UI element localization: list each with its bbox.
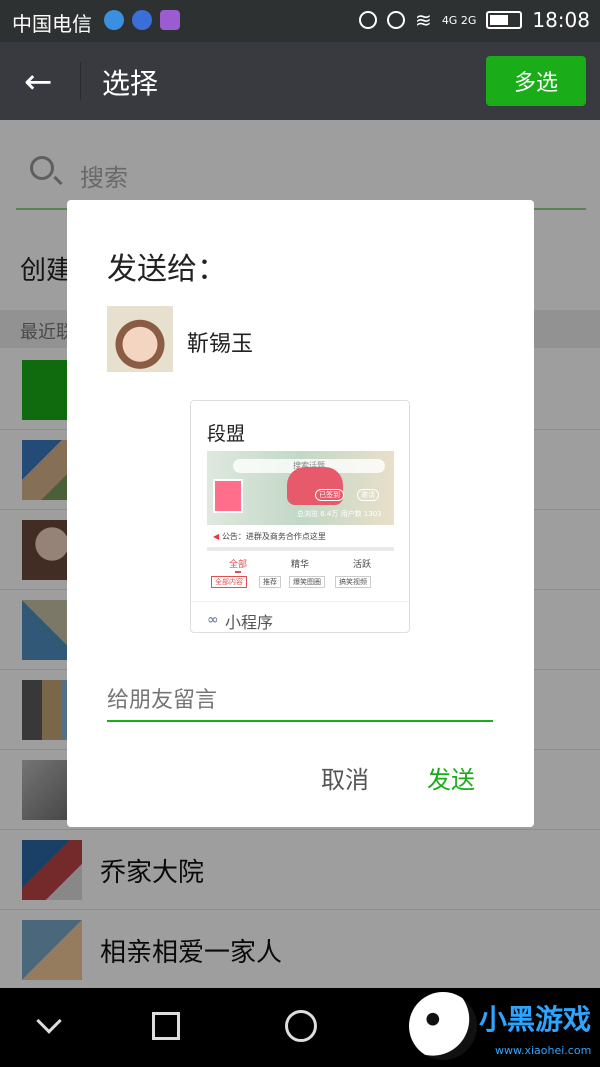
vibrate-icon (359, 11, 378, 29)
page-title: 选择 (102, 67, 159, 100)
card-tabs: 全部 精华 活跃 (207, 555, 394, 573)
clock: 18:08 (532, 8, 590, 32)
card-divider (207, 547, 394, 551)
card-chip: 推荐 (259, 576, 281, 588)
carrier-label: 中国电信 (12, 12, 92, 36)
card-chip: 全部内容 (211, 576, 247, 588)
nav-back-icon[interactable] (36, 1008, 62, 1034)
network-type: 4G 2G (441, 13, 477, 27)
app-logo (213, 479, 243, 513)
shield-icon (132, 10, 152, 30)
top-nav-bar: ← 选择 多选 (0, 42, 600, 120)
invite-chip: 邀请 (357, 489, 379, 501)
mini-program-card: 段盟 搜索话题 已签到 邀请 总浏览 6.4万 用户数 1303 ◀ 公告：进群… (190, 400, 410, 633)
battery-icon (486, 11, 523, 29)
active-tab-indicator (235, 571, 241, 573)
watermark-url: www.xiaohei.com (495, 1044, 592, 1057)
dialog-title: 发送给： (107, 252, 227, 287)
card-notice: ◀ 公告：进群及商务合作点这里 (213, 531, 326, 542)
recipient-avatar (107, 306, 173, 372)
nav-recents-icon[interactable] (152, 1012, 180, 1040)
signed-chip: 已签到 (315, 489, 344, 501)
watermark-text: 小黑游戏 (479, 1003, 592, 1036)
card-tab-all: 全部 (229, 560, 248, 570)
status-notification-icons (104, 10, 180, 30)
recipient-name: 靳锡玉 (187, 332, 254, 357)
wifi-icon: ≋ (415, 8, 432, 32)
send-button[interactable]: 发送 (427, 760, 475, 795)
alarm-icon (387, 11, 406, 29)
panda-icon (409, 992, 477, 1060)
card-title: 段盟 (207, 423, 246, 445)
message-underline (107, 720, 493, 722)
status-bar: 中国电信 ≋ 4G 2G 18:08 (0, 0, 600, 42)
watermark-logo: 小黑游戏 www.xiaohei.com (405, 988, 600, 1067)
banner-stats: 总浏览 6.4万 用户数 1303 (297, 510, 382, 518)
card-tab-featured: 精华 (291, 560, 310, 570)
mini-program-icon: ∞ (207, 612, 219, 628)
message-input[interactable] (107, 684, 493, 716)
card-chip: 搞笑视频 (335, 576, 371, 588)
mini-program-label: 小程序 (225, 613, 274, 632)
app-notification-icon (104, 10, 124, 30)
nav-divider (80, 62, 81, 100)
notice-text: 公告：进群及商务合作点这里 (221, 532, 326, 541)
card-chip: 爆笑图圈 (289, 576, 325, 588)
cancel-button[interactable]: 取消 (321, 760, 369, 795)
status-right-group: ≋ 4G 2G 18:08 (359, 8, 590, 32)
multi-select-button[interactable]: 多选 (486, 56, 586, 106)
card-footer: ∞ 小程序 (191, 601, 409, 632)
nav-home-icon[interactable] (285, 1010, 317, 1042)
system-nav-bar: 小黑游戏 www.xiaohei.com (0, 988, 600, 1067)
gallery-icon (160, 10, 180, 30)
card-tab-active: 活跃 (353, 560, 372, 570)
speaker-icon: ◀ (213, 532, 222, 541)
card-banner-image: 搜索话题 已签到 邀请 总浏览 6.4万 用户数 1303 (207, 451, 394, 525)
back-arrow-icon[interactable]: ← (24, 62, 53, 102)
send-dialog: 发送给： 靳锡玉 段盟 搜索话题 已签到 邀请 总浏览 6.4万 用户数 130… (67, 200, 534, 827)
